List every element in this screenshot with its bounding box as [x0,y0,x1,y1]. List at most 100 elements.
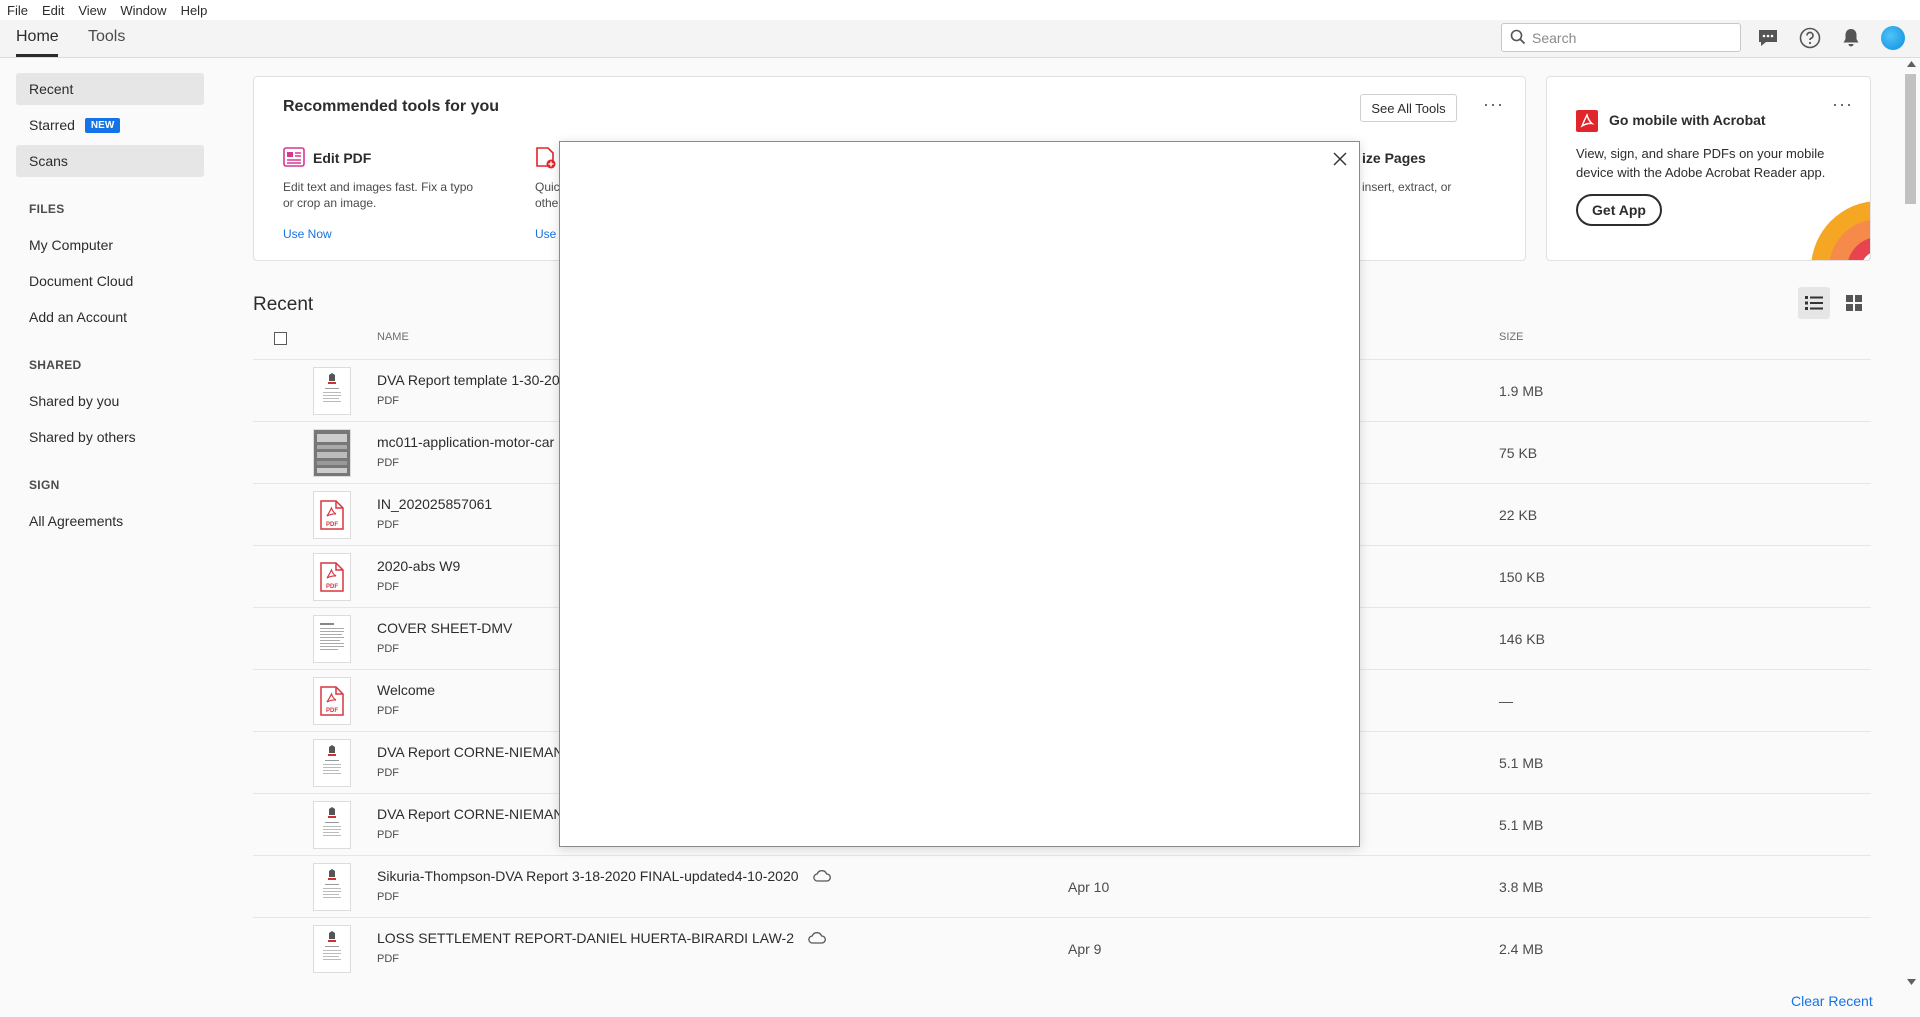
file-name: DVA Report CORNE-NIEMANI [377,806,568,822]
sidebar-item-all-agreements[interactable]: All Agreements [16,505,204,537]
sidebar-item-label: Scans [29,153,68,169]
table-row[interactable]: Sikuria-Thompson-DVA Report 3-18-2020 FI… [253,855,1871,917]
create-pdf-icon [535,147,557,174]
list-view-icon[interactable] [1798,287,1830,319]
file-size: 22 KB [1499,507,1538,523]
grid-view-icon[interactable] [1838,287,1870,319]
tool-desc: or crop an image. [283,196,377,210]
file-name: IN_202025857061 [377,496,493,512]
svg-text:PDF: PDF [326,708,338,714]
file-thumbnail [313,925,351,973]
file-name: DVA Report template 1-30-20 [377,372,560,388]
close-icon[interactable] [1331,150,1349,168]
svg-text:PDF: PDF [326,584,338,590]
sidebar-item-add-account[interactable]: Add an Account [16,301,204,333]
sidebar-heading-files: FILES [29,202,65,216]
sidebar-item-document-cloud[interactable]: Document Cloud [16,265,204,297]
menu-help[interactable]: Help [174,3,215,18]
column-header-size[interactable]: SIZE [1499,331,1523,343]
sidebar-item-label: Add an Account [29,309,128,325]
tool-desc: insert, extract, or [1362,180,1452,194]
sidebar-item-label: Shared by others [29,429,136,445]
avatar[interactable] [1881,26,1905,50]
file-date: Apr 9 [1068,941,1102,957]
search-box[interactable] [1501,23,1741,52]
file-size: 2.4 MB [1499,941,1544,957]
tab-home[interactable]: Home [16,28,59,46]
card-desc: device with the Adobe Acrobat Reader app… [1576,165,1826,180]
sidebar-item-label: Document Cloud [29,273,134,289]
card-desc: View, sign, and share PDFs on your mobil… [1576,146,1825,161]
file-thumbnail: PDF [313,677,351,725]
file-name: DVA Report CORNE-NIEMANI [377,744,568,760]
sidebar-item-recent[interactable]: Recent [16,73,204,105]
sidebar-item-shared-by-you[interactable]: Shared by you [16,385,204,417]
sidebar-item-my-computer[interactable]: My Computer [16,229,204,261]
file-thumbnail [313,863,351,911]
menu-bar: File Edit View Window Help [0,0,1920,20]
pdf-file-icon: PDF [320,686,344,716]
document-thumbnail [323,931,341,960]
file-size: 150 KB [1499,569,1545,585]
menu-file[interactable]: File [0,3,35,18]
file-type: PDF [377,953,399,965]
file-type: PDF [377,705,399,717]
sidebar-item-label: Recent [29,81,74,97]
more-options-button[interactable]: ··· [1832,94,1853,115]
more-options-button[interactable]: ··· [1483,94,1504,115]
svg-text:PDF: PDF [326,522,338,528]
file-size: 75 KB [1499,445,1538,461]
table-row[interactable]: LOSS SETTLEMENT REPORT-DANIEL HUERTA-BIR… [253,917,1871,979]
file-name: 2020-abs W9 [377,558,461,574]
help-icon[interactable] [1798,26,1822,50]
file-size: — [1499,693,1513,709]
search-input[interactable] [1532,29,1732,46]
menu-edit[interactable]: Edit [35,3,71,18]
scroll-down-icon [1907,979,1916,985]
cloud-icon [812,869,831,885]
bell-icon[interactable] [1839,26,1863,50]
file-date: Apr 10 [1068,879,1110,895]
file-type: PDF [377,767,399,779]
tab-tools[interactable]: Tools [88,28,125,46]
file-size: 146 KB [1499,631,1545,647]
file-size: 5.1 MB [1499,817,1544,833]
file-thumbnail [313,615,351,663]
pdf-file-icon: PDF [320,500,344,530]
select-all-checkbox[interactable] [274,332,287,345]
see-all-tools-button[interactable]: See All Tools [1360,94,1457,122]
menu-window[interactable]: Window [113,3,173,18]
file-type: PDF [377,829,399,841]
sidebar-item-shared-by-others[interactable]: Shared by others [16,421,204,453]
file-type: PDF [377,519,399,531]
use-now-link[interactable]: Use Now [283,227,332,241]
sidebar-item-scans[interactable]: Scans [16,145,204,177]
active-tab-indicator [16,54,58,57]
tool-name-edit-pdf: Edit PDF [313,150,372,166]
file-type: PDF [377,457,399,469]
chat-icon[interactable] [1756,26,1780,50]
cloud-icon [808,931,826,947]
sidebar-item-starred[interactable]: Starred NEW [16,109,204,141]
sidebar-heading-sign: SIGN [29,478,60,492]
file-type: PDF [377,643,399,655]
modal-dialog [559,141,1360,847]
file-type: PDF [377,891,399,903]
file-type: PDF [377,395,399,407]
menu-view[interactable]: View [71,3,113,18]
file-size: 3.8 MB [1499,879,1544,895]
file-name: Welcome [377,682,436,698]
document-thumbnail [323,807,341,836]
sidebar-item-label: Shared by you [29,393,120,409]
search-icon [1510,29,1526,50]
clear-recent-link[interactable]: Clear Recent [1791,993,1873,1009]
acrobat-logo-icon [1576,110,1598,137]
go-mobile-card: Go mobile with Acrobat ··· View, sign, a… [1546,76,1871,261]
card-title: Go mobile with Acrobat [1609,112,1766,128]
scrollbar-thumb[interactable] [1905,74,1916,204]
decorative-graphic [1809,199,1870,260]
column-header-name[interactable]: NAME [377,331,409,343]
file-name: mc011-application-motor-car [377,434,555,450]
get-app-button[interactable]: Get App [1576,194,1662,226]
tool-desc: Edit text and images fast. Fix a typo [283,180,474,194]
